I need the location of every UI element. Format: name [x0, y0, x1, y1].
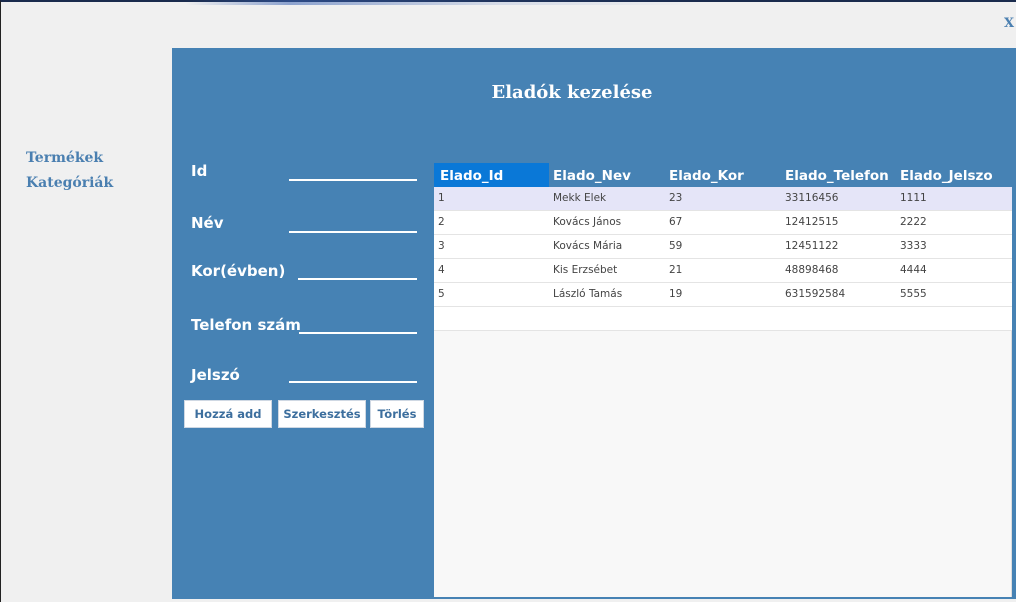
cell-phone: 631592584 [785, 288, 846, 300]
cell-password: 4444 [900, 264, 927, 276]
cell-name: Mekk Elek [553, 192, 607, 204]
password-field[interactable] [289, 381, 417, 383]
nav-link-products[interactable]: Termékek [26, 150, 113, 166]
cell-name: László Tamás [553, 288, 623, 300]
cell-name: Kis Erzsébet [553, 264, 618, 276]
cell-age: 59 [669, 240, 683, 252]
phone-field[interactable] [299, 332, 417, 334]
id-field[interactable] [289, 179, 417, 181]
column-header-password[interactable]: Elado_Jelszo [894, 163, 993, 187]
add-button[interactable]: Hozzá add [184, 400, 272, 428]
cell-age: 67 [669, 216, 683, 228]
cell-age: 21 [669, 264, 683, 276]
cell-id: 1 [438, 192, 445, 204]
sellers-table[interactable]: Elado_Id Elado_Nev Elado_Kor Elado_Telef… [434, 163, 1012, 597]
id-label: Id [191, 162, 208, 180]
cell-id: 4 [438, 264, 445, 276]
title-bar-highlight [185, 0, 705, 5]
cell-id: 2 [438, 216, 445, 228]
nav-link-categories[interactable]: Kategóriák [26, 175, 113, 191]
table-row[interactable]: 4 Kis Erzsébet 21 48898468 4444 [434, 259, 1012, 283]
table-row[interactable]: 1 Mekk Elek 23 33116456 1111 [434, 187, 1012, 211]
new-row-placeholder[interactable] [434, 307, 1012, 331]
cell-phone: 12451122 [785, 240, 839, 252]
cell-age: 19 [669, 288, 683, 300]
name-label: Név [191, 214, 224, 232]
cell-id: 5 [438, 288, 445, 300]
table-header: Elado_Id Elado_Nev Elado_Kor Elado_Telef… [434, 163, 1012, 187]
edit-button[interactable]: Szerkesztés [278, 400, 366, 428]
table-row[interactable]: 2 Kovács János 67 12412515 2222 [434, 211, 1012, 235]
column-header-age[interactable]: Elado_Kor [663, 163, 744, 187]
age-label: Kor(évben) [191, 262, 286, 280]
page-title: Eladók kezelése [491, 82, 653, 103]
age-field[interactable] [298, 278, 417, 280]
cell-name: Kovács Mária [553, 240, 623, 252]
cell-age: 23 [669, 192, 683, 204]
cell-id: 3 [438, 240, 445, 252]
cell-password: 5555 [900, 288, 927, 300]
column-header-id[interactable]: Elado_Id [434, 163, 549, 187]
cell-name: Kovács János [553, 216, 622, 228]
close-button[interactable]: X [1004, 16, 1016, 32]
name-field[interactable] [289, 231, 417, 233]
table-row[interactable]: 5 László Tamás 19 631592584 5555 [434, 283, 1012, 307]
sellers-panel: Eladók kezelése Id Név Kor(évben) Telefo… [172, 48, 1016, 599]
phone-label: Telefon szám [191, 316, 301, 334]
cell-phone: 33116456 [785, 192, 839, 204]
cell-password: 3333 [900, 240, 927, 252]
column-header-name[interactable]: Elado_Nev [547, 163, 631, 187]
column-header-phone[interactable]: Elado_Telefon [779, 163, 889, 187]
delete-button[interactable]: Törlés [370, 400, 424, 428]
table-body: 1 Mekk Elek 23 33116456 1111 2 Kovács Já… [434, 187, 1012, 331]
cell-password: 1111 [900, 192, 927, 204]
password-label: Jelszó [191, 366, 240, 384]
side-navigation: Termékek Kategóriák [26, 150, 113, 200]
table-row[interactable]: 3 Kovács Mária 59 12451122 3333 [434, 235, 1012, 259]
cell-password: 2222 [900, 216, 927, 228]
cell-phone: 48898468 [785, 264, 839, 276]
cell-phone: 12412515 [785, 216, 839, 228]
